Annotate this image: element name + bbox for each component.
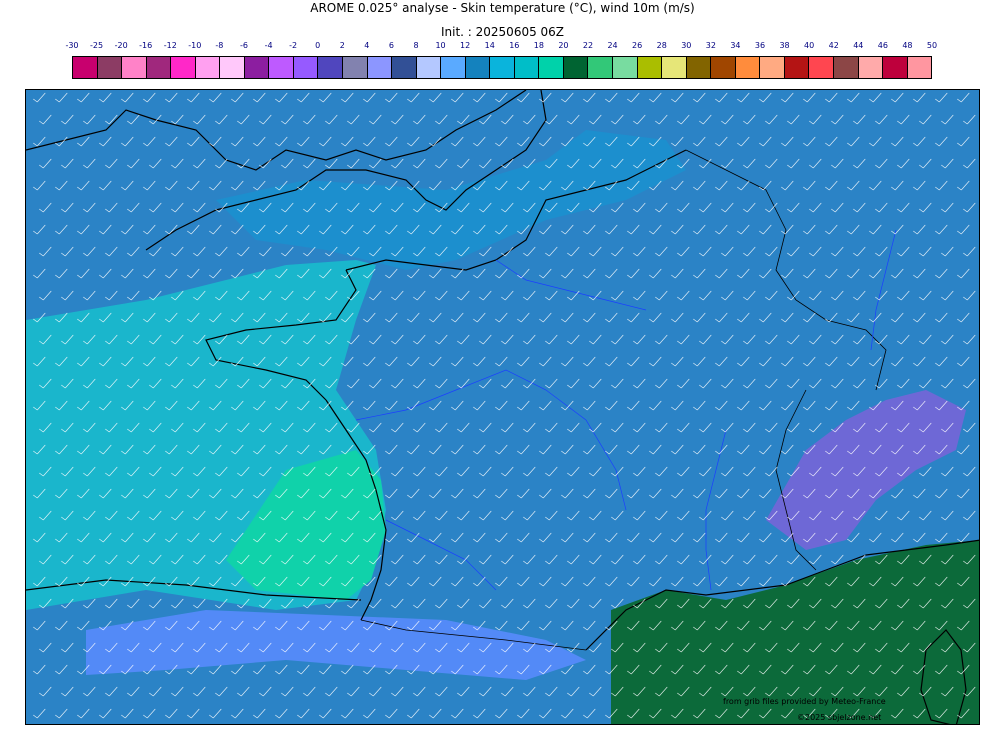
colorbar-swatch xyxy=(465,57,491,78)
colorbar-label: 8 xyxy=(413,41,419,50)
colorbar-swatch xyxy=(195,57,221,78)
map-panel xyxy=(25,89,980,725)
colorbar-label: 18 xyxy=(533,41,544,50)
colorbar-label: 6 xyxy=(388,41,394,50)
colorbar-swatch xyxy=(907,57,932,78)
colorbar-label: -20 xyxy=(114,41,128,50)
wind-barb xyxy=(979,709,980,718)
colorbar-label: 48 xyxy=(902,41,913,50)
colorbar-swatch xyxy=(563,57,589,78)
colorbar-swatch xyxy=(833,57,859,78)
map-title: AROME 0.025° analyse - Skin temperature … xyxy=(310,1,695,15)
colorbar-swatch xyxy=(146,57,172,78)
colorbar-swatch xyxy=(539,57,564,78)
colorbar-swatch xyxy=(122,57,147,78)
wind-barb xyxy=(979,489,980,498)
colorbar-swatch xyxy=(269,57,294,78)
colorbar-label: 12 xyxy=(460,41,471,50)
wind-barb xyxy=(979,621,980,630)
wind-barb xyxy=(979,93,980,102)
colorbar-label: 26 xyxy=(632,41,643,50)
colorbar-label: 46 xyxy=(877,41,888,50)
colorbar-label: 50 xyxy=(926,41,938,50)
colorbar-label: -4 xyxy=(264,41,273,50)
colorbar-label: 22 xyxy=(582,41,594,50)
colorbar-swatch xyxy=(809,57,834,78)
colorbar-swatch xyxy=(883,57,908,78)
colorbar-label: 2 xyxy=(339,41,345,50)
colorbar-label: 34 xyxy=(730,41,741,50)
colorbar-label: 10 xyxy=(435,41,446,50)
colorbar-label: 14 xyxy=(484,41,495,50)
colorbar-swatch xyxy=(686,57,712,78)
colorbar-label: 40 xyxy=(804,41,815,50)
colorbar-swatch xyxy=(613,57,638,78)
colorbar-label: -12 xyxy=(163,41,177,50)
colorbar-labels: -30 -25 -20 -16 -12 -10 -8 -6 -4 -2 0 2 4 6 8 10 12 14 16 1… xyxy=(65,41,937,53)
colorbar-label: -25 xyxy=(90,41,104,50)
colorbar-label: 32 xyxy=(705,41,716,50)
colorbar-label: -6 xyxy=(240,41,248,50)
wind-barb xyxy=(979,445,980,454)
colorbar-swatch xyxy=(760,57,785,78)
wind-barb xyxy=(979,137,980,146)
colorbar-label: 16 xyxy=(509,41,520,50)
colorbar-swatch xyxy=(293,57,319,78)
colorbar-label: -16 xyxy=(139,41,153,50)
wind-barb xyxy=(979,401,980,410)
colorbar-swatch xyxy=(392,57,417,78)
colorbar-swatch xyxy=(858,57,884,78)
colorbar-label: 44 xyxy=(853,41,864,50)
colorbar-label: 28 xyxy=(656,41,667,50)
colorbar-label: 36 xyxy=(754,41,766,50)
data-source-credit: from grib files provided by Meteo-France xyxy=(723,697,886,706)
wind-barb xyxy=(979,665,980,674)
wind-barb xyxy=(979,313,980,322)
colorbar-label: -8 xyxy=(215,41,224,50)
colorbar-swatch xyxy=(73,57,98,78)
colorbar-label: -30 xyxy=(65,41,79,50)
colorbar-label: -2 xyxy=(289,41,298,50)
wind-barb xyxy=(979,533,980,542)
colorbar-swatch xyxy=(97,57,123,78)
colorbar-swatch xyxy=(441,57,466,78)
colorbar-label: 0 xyxy=(315,41,321,50)
colorbar-swatch xyxy=(588,57,614,78)
colorbar-swatch xyxy=(367,57,393,78)
wind-barb xyxy=(979,181,980,190)
colorbar-swatch xyxy=(662,57,687,78)
wind-barb xyxy=(979,357,980,366)
colorbar-label: 30 xyxy=(681,41,692,50)
colorbar-swatch xyxy=(514,57,540,78)
wind-barb xyxy=(979,577,980,586)
init-time: Init. : 20250605 06Z xyxy=(440,25,565,39)
wind-barb xyxy=(979,225,980,234)
colorbar-swatch xyxy=(220,57,245,78)
colorbar-label: 24 xyxy=(607,41,618,50)
colorbar-label: -10 xyxy=(188,41,202,50)
colorbar-label: 42 xyxy=(828,41,839,50)
map-canvas xyxy=(26,90,980,724)
colorbar-label: 4 xyxy=(364,41,370,50)
colorbar-swatch xyxy=(343,57,368,78)
colorbar-swatch xyxy=(244,57,270,78)
colorbar-swatch xyxy=(784,57,810,78)
colorbar-swatch xyxy=(735,57,761,78)
colorbar-swatch xyxy=(318,57,344,78)
colorbar xyxy=(72,56,932,79)
colorbar-label: 20 xyxy=(558,41,569,50)
colorbar-label: 38 xyxy=(779,41,790,50)
colorbar-swatch xyxy=(711,57,736,78)
colorbar-swatch xyxy=(171,57,196,78)
wind-barb xyxy=(979,269,980,278)
colorbar-swatch xyxy=(637,57,663,78)
copyright-credit: ©2025 sbjelzone.net xyxy=(797,713,882,722)
colorbar-swatch xyxy=(416,57,442,78)
colorbar-swatch xyxy=(490,57,515,78)
